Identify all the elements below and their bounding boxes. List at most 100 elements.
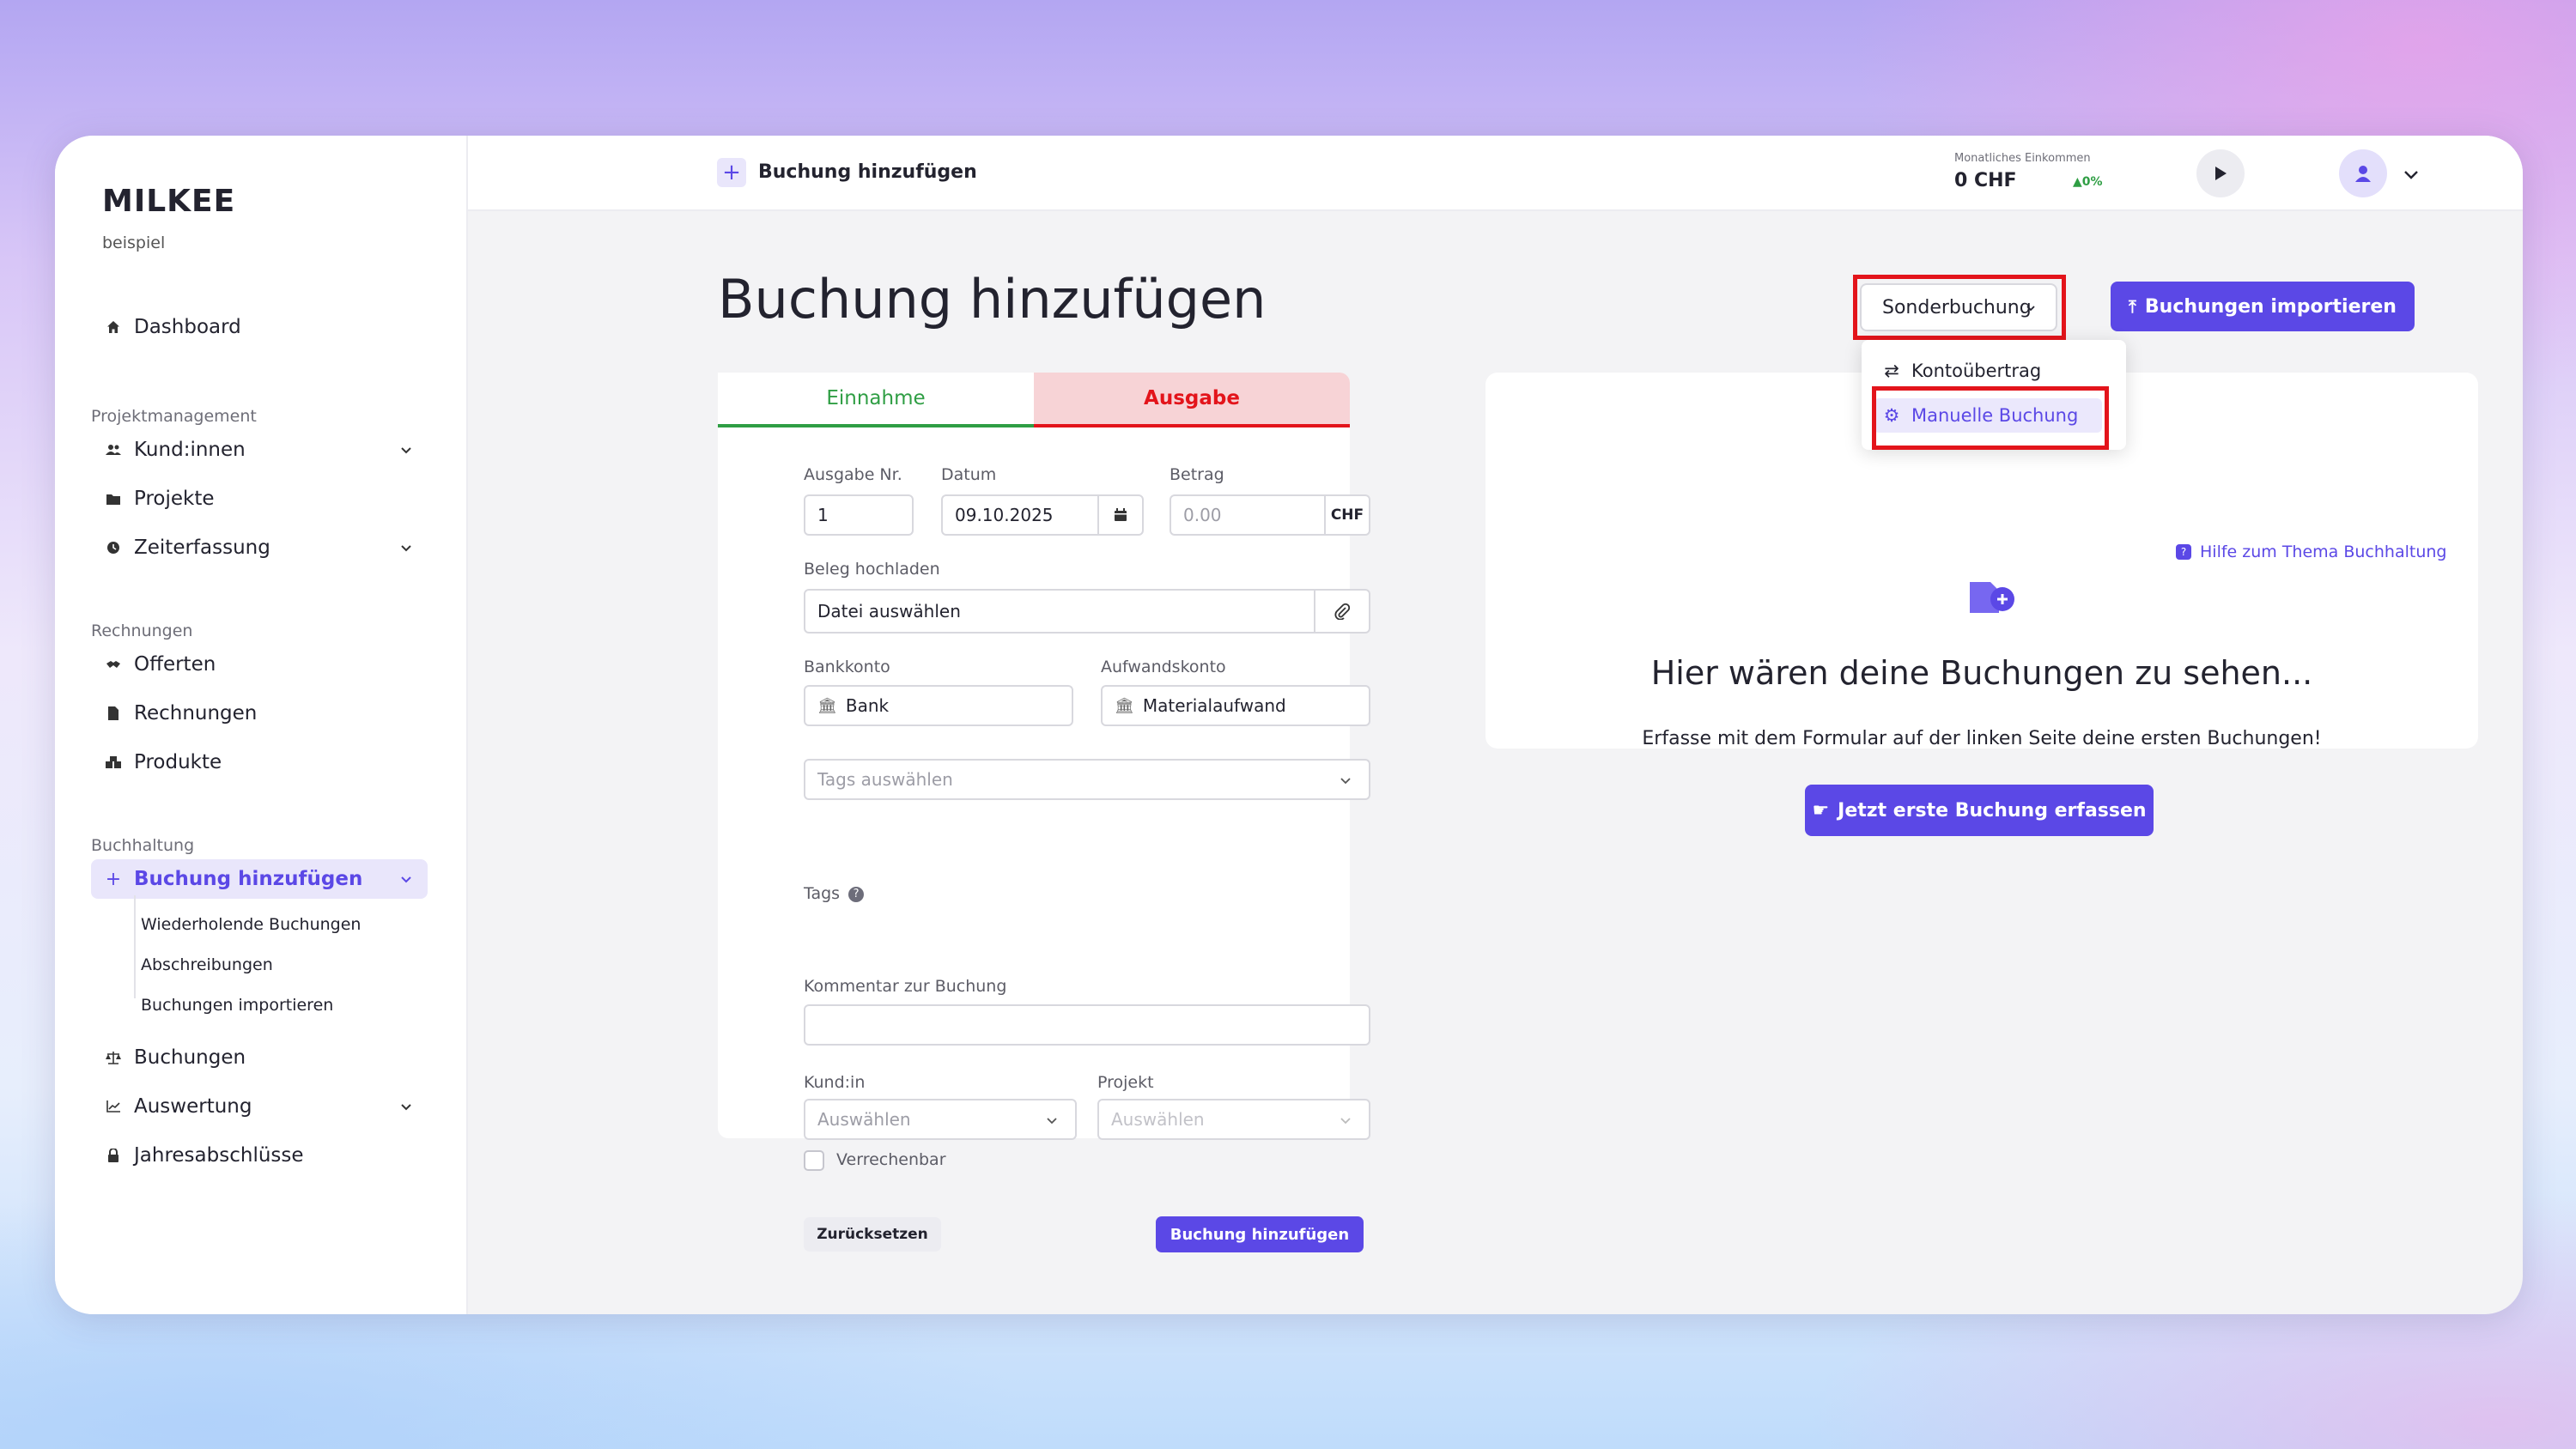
bankkonto-select[interactable]: 🏛 Bank (804, 685, 1073, 726)
page-title: Buchung hinzufügen (718, 268, 1267, 330)
section-label-rechnungen: Rechnungen (91, 621, 193, 640)
chevron-down-icon[interactable] (397, 538, 416, 557)
chevron-down-icon (1047, 1118, 1057, 1125)
tags-label: Tags (804, 884, 841, 903)
section-label-projektmanagement: Projektmanagement (91, 407, 257, 426)
bankkonto-value: Bank (845, 695, 890, 716)
help-icon: ? (2176, 544, 2191, 560)
tab-ausgabe[interactable]: Ausgabe (1034, 373, 1350, 427)
datum-label: Datum (941, 465, 997, 484)
kunde-label: Kund:in (804, 1073, 866, 1092)
import-label: Buchungen importieren (2144, 295, 2397, 318)
topbar-title: Buchung hinzufügen (758, 161, 977, 183)
plus-icon: + (105, 868, 122, 890)
menu-item-kontouebertrag[interactable]: ⇄ Kontoübertrag (1880, 354, 2041, 388)
paperclip-icon[interactable] (1314, 591, 1369, 632)
betrag-label: Betrag (1170, 465, 1224, 484)
sidebar-item-offerten[interactable]: Offerten (91, 645, 428, 684)
betrag-placeholder: 0.00 (1183, 505, 1222, 525)
scale-icon (103, 1047, 124, 1068)
help-link-label: Hilfe zum Thema Buchhaltung (2200, 543, 2447, 561)
datum-value: 09.10.2025 (955, 505, 1054, 525)
sidebar-subitem-abschreibungen[interactable]: Abschreibungen (141, 955, 273, 974)
chevron-down-icon[interactable] (397, 440, 416, 459)
first-booking-button[interactable]: ☛ Jetzt erste Buchung erfassen (1805, 785, 2154, 836)
sidebar-item-dashboard[interactable]: Dashboard (91, 307, 428, 347)
sidebar-item-label: Auswertung (134, 1095, 252, 1118)
bank-icon: 🏛 (1115, 696, 1134, 715)
currency-suffix: CHF (1324, 496, 1369, 534)
sidebar-item-label: Zeiterfassung (134, 537, 270, 559)
user-icon (2355, 166, 2371, 182)
aufwandskonto-label: Aufwandskonto (1101, 658, 1226, 676)
lock-icon (103, 1145, 124, 1166)
sidebar-item-buchung-hinzufuegen[interactable]: + Buchung hinzufügen (91, 859, 428, 899)
tab-einnahme[interactable]: Einnahme (718, 373, 1034, 427)
kommentar-input[interactable] (804, 1004, 1370, 1046)
sidebar-item-jahresabschluesse[interactable]: Jahresabschlüsse (91, 1136, 428, 1175)
brand-logo[interactable]: MILKEE (102, 184, 235, 219)
sidebar-item-label: Offerten (134, 653, 216, 676)
sidebar-item-label: Projekte (134, 488, 215, 510)
sidebar-item-label: Buchung hinzufügen (134, 868, 363, 890)
aufwandskonto-select[interactable]: 🏛 Materialaufwand (1101, 685, 1370, 726)
sidebar-item-rechnungen[interactable]: Rechnungen (91, 694, 428, 733)
betrag-input[interactable]: 0.00 CHF (1170, 494, 1370, 536)
projekt-placeholder: Auswählen (1111, 1109, 1205, 1130)
highlight-box (1872, 386, 2109, 450)
upload-icon: ⤒ (2129, 296, 2136, 317)
boxes-icon (103, 752, 124, 773)
reset-button[interactable]: Zurücksetzen (804, 1217, 941, 1252)
ausgabe-nr-input[interactable]: 1 (804, 494, 914, 536)
empty-illustration-icon (1970, 582, 2014, 613)
add-booking-button[interactable]: Buchung hinzufügen (1156, 1216, 1364, 1252)
sidebar-item-kunden[interactable]: Kund:innen (91, 430, 428, 470)
sidebar-subitem-buchungen-importieren[interactable]: Buchungen importieren (141, 996, 333, 1015)
home-icon (103, 317, 124, 337)
users-icon (103, 440, 124, 460)
calendar-icon[interactable] (1097, 496, 1142, 534)
exchange-icon: ⇄ (1884, 361, 1899, 381)
import-bookings-button[interactable]: ⤒ Buchungen importieren (2111, 282, 2415, 331)
beleg-upload-input[interactable]: Datei auswählen (804, 589, 1370, 634)
sidebar-item-label: Jahresabschlüsse (134, 1144, 304, 1167)
bank-icon: 🏛 (817, 696, 837, 715)
help-link-buchhaltung[interactable]: ? Hilfe zum Thema Buchhaltung (2176, 543, 2446, 561)
menu-item-label: Kontoübertrag (1911, 361, 2042, 381)
empty-state-title: Hier wären deine Buchungen zu sehen... (1650, 654, 2313, 692)
sidebar-item-produkte[interactable]: Produkte (91, 743, 428, 782)
income-label: Monatliches Einkommen (1954, 152, 2091, 165)
sidebar-item-projekte[interactable]: Projekte (91, 479, 428, 518)
chevron-down-icon (1340, 778, 1351, 785)
company-name: beispiel (102, 233, 166, 252)
timer-play-button[interactable] (2196, 149, 2245, 197)
plus-icon[interactable]: + (717, 158, 746, 187)
ausgabe-nr-label: Ausgabe Nr. (804, 465, 902, 484)
section-label-buchhaltung: Buchhaltung (91, 836, 195, 855)
clock-icon (103, 537, 124, 558)
kunde-placeholder: Auswählen (817, 1109, 911, 1130)
avatar[interactable] (2339, 149, 2387, 197)
sidebar-item-label: Produkte (134, 751, 222, 773)
sub-nav-divider (134, 895, 136, 998)
chevron-down-icon[interactable] (397, 1097, 416, 1116)
question-icon[interactable]: ? (848, 886, 865, 902)
projekt-select[interactable]: Auswählen (1097, 1099, 1370, 1140)
empty-state-text: Erfasse mit dem Formular auf der linken … (1642, 728, 2322, 749)
chevron-down-icon[interactable] (2401, 164, 2421, 185)
hand-pointer-icon: ☛ (1812, 799, 1830, 822)
sidebar-item-zeiterfassung[interactable]: Zeiterfassung (91, 528, 428, 567)
sidebar-subitem-wiederholende-buchungen[interactable]: Wiederholende Buchungen (141, 915, 361, 934)
aufwandskonto-value: Materialaufwand (1142, 695, 1286, 716)
beleg-label: Beleg hochladen (804, 560, 940, 579)
chevron-down-icon[interactable] (397, 870, 416, 888)
tags-label-row: Tags ? (804, 884, 865, 903)
kunde-select[interactable]: Auswählen (804, 1099, 1077, 1140)
sidebar-item-auswertung[interactable]: Auswertung (91, 1087, 428, 1126)
income-delta: ▲0% (2073, 175, 2103, 189)
tags-select[interactable]: Tags auswählen (804, 759, 1370, 800)
verrechenbar-checkbox[interactable] (804, 1150, 824, 1171)
sidebar-item-buchungen[interactable]: Buchungen (91, 1038, 428, 1077)
datum-input[interactable]: 09.10.2025 (941, 494, 1144, 536)
chart-line-icon (103, 1096, 124, 1117)
